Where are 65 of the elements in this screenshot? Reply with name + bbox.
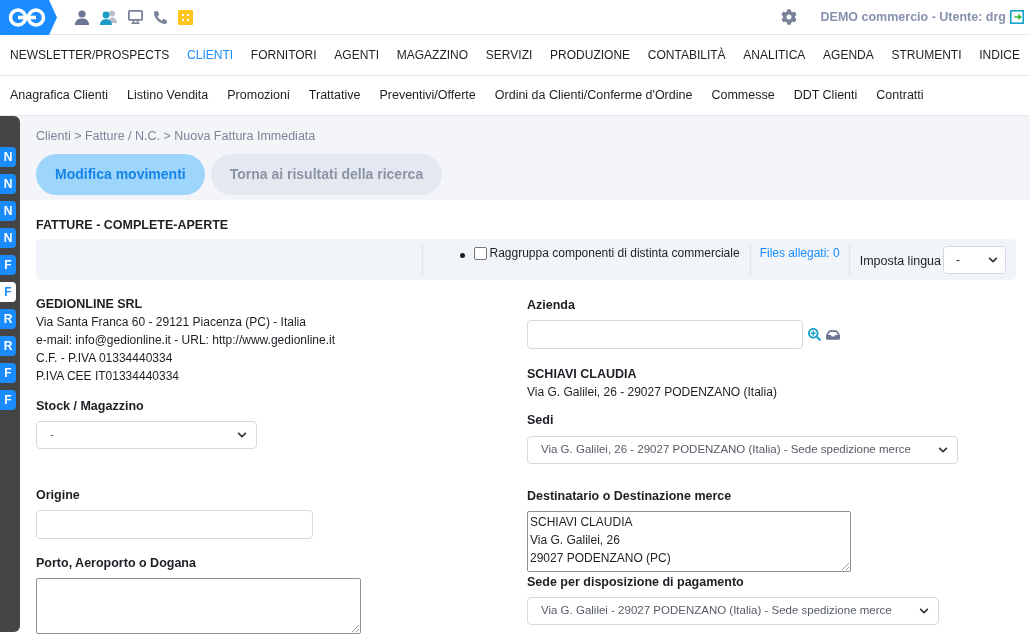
menu-item[interactable]: FORNITORI (250, 46, 317, 64)
monitor-icon[interactable] (128, 10, 143, 24)
language-select[interactable]: - (943, 245, 1006, 274)
company-detail: Via Santa Franca 60 - 29121 Piacenza (PC) - Italia (36, 314, 306, 331)
field-label: Origine (36, 487, 80, 504)
submenu-item[interactable]: Anagrafica Clienti (10, 86, 108, 105)
input-field[interactable] (36, 510, 313, 539)
customer-name: SCHIAVI CLAUDIA (527, 366, 637, 383)
textarea-field[interactable] (36, 578, 361, 634)
field-label: Sede per disposizione di pagamento (527, 574, 744, 591)
input-field[interactable] (527, 320, 803, 349)
search-icon[interactable] (808, 328, 821, 341)
checkbox[interactable] (473, 247, 487, 260)
submenu-item[interactable]: Listino Vendita (126, 86, 209, 105)
select-field[interactable]: - (36, 421, 257, 449)
menu-item[interactable]: CONTABILITÀ (647, 46, 726, 64)
menu-item[interactable]: AGENTI (334, 46, 380, 64)
menu-item[interactable]: AGENDA (823, 46, 874, 64)
resize-handle-icon[interactable] (841, 562, 849, 570)
chevron-down-icon (237, 430, 247, 440)
field-label: Porto, Aeroporto o Dogana (36, 555, 196, 572)
breadcrumb[interactable]: Clienti > Fatture / N.C. > Nuova Fattura Immediata (36, 127, 316, 145)
menu-item[interactable]: NEWSLETTER/PROSPECTS (10, 46, 170, 64)
select-field[interactable]: Via G. Galilei, 26 - 29027 PODENZANO (Italia) - Sede spedizione merce (527, 436, 958, 464)
company-detail: P.IVA CEE IT01334440334 (36, 368, 179, 385)
submenu-item[interactable]: Commesse (711, 86, 775, 105)
users-icon[interactable] (100, 9, 117, 25)
logo-icon[interactable] (0, 0, 57, 35)
settings-icon[interactable] (780, 9, 797, 25)
user-icon[interactable] (75, 9, 89, 25)
inbox-icon[interactable] (826, 327, 840, 342)
menu-item[interactable]: MAGAZZINO (396, 46, 469, 64)
customer-address: Via G. Galilei, 26 - 29027 PODENZANO (Italia) (527, 384, 777, 401)
menu-item[interactable]: STRUMENTI (891, 46, 962, 64)
company-detail: C.F. - P.IVA 01334440334 (36, 350, 173, 367)
language-label: Imposta lingua (859, 253, 941, 271)
menu-item[interactable]: INDICE (979, 46, 1020, 64)
select-field[interactable]: Via G. Galilei - 29027 PODENZANO (Italia) - Sede spedizione merce (527, 597, 939, 625)
submenu-item[interactable]: Promozioni (227, 86, 290, 105)
submenu-item[interactable]: Trattative (308, 86, 361, 105)
logout-icon[interactable] (1010, 10, 1024, 24)
field-label: Destinatario o Destinazione merce (527, 488, 732, 505)
chevron-down-icon (919, 606, 929, 616)
submenu-item[interactable]: DDT Clienti (793, 86, 858, 105)
chevron-down-icon (988, 254, 998, 265)
menu-item[interactable]: PRODUZIONE (550, 46, 631, 64)
user-label: DEMO commercio - Utente: drg (820, 8, 1006, 26)
phone-icon[interactable] (154, 10, 167, 24)
textarea-field[interactable]: SCHIAVI CLAUDIA Via G. Galilei, 26 29027 PODENZANO (PC) (527, 511, 851, 572)
company-name: GEDIONLINE SRL (36, 296, 143, 313)
field-label: Azienda (527, 297, 575, 314)
submenu-item[interactable]: Ordini da Clienti/Conferme d'Ordine (494, 86, 693, 105)
field-label: Sedi (527, 412, 554, 429)
menu-item[interactable]: SERVIZI (485, 46, 533, 64)
checkbox-label[interactable]: Raggruppa componenti di distinta commerciale (489, 246, 740, 261)
grid-tile-icon[interactable] (178, 9, 193, 25)
company-detail: e-mail: info@gedionline.it - URL: http://www.gedionline.it (36, 332, 335, 349)
resize-handle-icon[interactable] (351, 624, 359, 632)
field-label: Stock / Magazzino (36, 398, 144, 415)
submenu-item[interactable]: Contratti (876, 86, 924, 105)
section-title: FATTURE - COMPLETE-APERTE (36, 217, 229, 233)
submenu-item[interactable]: Preventivi/Offerte (379, 86, 476, 105)
menu-item[interactable]: ANALITICA (743, 46, 806, 64)
chevron-down-icon (938, 445, 948, 455)
bullet-icon (459, 253, 465, 258)
